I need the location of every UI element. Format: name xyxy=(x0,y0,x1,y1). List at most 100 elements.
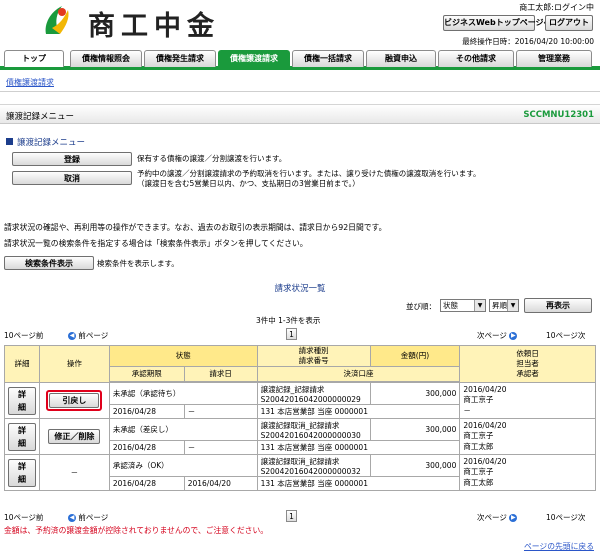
tab-credit-issue[interactable]: 債権発生請求 xyxy=(144,50,216,67)
request-type-cell: 譲渡記録取消_記録請求 S20042016042000000032 xyxy=(256,454,371,477)
prev-page-link-bottom[interactable]: ◀ 前ページ xyxy=(68,512,108,523)
operation-cell: 修正／削除 xyxy=(38,418,110,455)
tab-top[interactable]: トップ xyxy=(4,50,64,67)
tab-loan-application[interactable]: 融資申込 xyxy=(366,50,436,67)
divider xyxy=(0,91,600,92)
section-title: 譲渡記録メニュー xyxy=(6,136,85,148)
request-type-cell: 譲渡記録_記録請求 S20042016042000000029 xyxy=(256,382,371,405)
user-login-status: 商工太郎:ログイン中 xyxy=(519,3,594,12)
tab-credit-transfer[interactable]: 債権譲渡請求 xyxy=(218,50,290,68)
requester-cell: 2016/04/20 商工京子 － xyxy=(459,382,596,419)
table-row: 詳細 － 承認済み（OK） 譲渡記録取消_記録請求 S20042016042000… xyxy=(4,454,596,491)
sort-order-select[interactable]: 昇順 ▼ xyxy=(489,299,519,312)
table-row: 詳細 引戻し 未承認（承認待ち） 譲渡記録_記録請求 S2004201604200… xyxy=(4,382,596,419)
next-page-label: 次ページ xyxy=(477,513,507,522)
approver-name: 商工太郎 xyxy=(463,478,494,487)
request-number: S20042016042000000032 xyxy=(260,466,361,476)
amount-warning-note: 金額は、予約済の譲渡金額が控除されておりませんので、ご注意ください。 xyxy=(4,526,269,535)
section-title-text: 譲渡記録メニュー xyxy=(17,138,86,148)
search-conditions-button[interactable]: 検索条件表示 xyxy=(4,256,94,270)
main-tab-bar: トップ 債権情報照会 債権発生請求 債権譲渡請求 債権一括請求 融資申込 その他… xyxy=(0,46,600,70)
register-description: 保有する債権の譲渡／分割譲渡を行います。 xyxy=(137,154,287,163)
next-page-label: 次ページ xyxy=(477,331,507,340)
approver-name: － xyxy=(463,406,471,415)
staff-name: 商工京子 xyxy=(463,467,494,476)
screen-title: 譲渡記録メニュー xyxy=(6,112,75,122)
requester-cell: 2016/04/20 商工京子商工太郎 xyxy=(459,454,596,491)
prev-page-link[interactable]: ◀ 前ページ xyxy=(68,330,108,341)
detail-button[interactable]: 詳細 xyxy=(8,422,36,451)
arrow-right-icon: ▶ xyxy=(509,514,518,522)
header-settlement-account: 決済口座 xyxy=(256,366,461,382)
header-requester-line1: 依頼日 xyxy=(516,349,539,358)
cancel-button[interactable]: 取消 xyxy=(12,171,132,185)
chevron-down-icon: ▼ xyxy=(507,300,518,311)
back-to-top-link[interactable]: ページの先頭に戻る xyxy=(524,541,594,552)
approver-name: 商工太郎 xyxy=(463,442,494,451)
account-cell: 131 本店営業部 当座 0000001 xyxy=(256,404,461,419)
sort-field-select[interactable]: 状態 ▼ xyxy=(440,299,486,312)
amount-cell: 300,000 xyxy=(369,382,461,405)
staff-name: 商工京子 xyxy=(463,395,494,404)
withdraw-button[interactable]: 引戻し xyxy=(49,393,100,408)
redisplay-button[interactable]: 再表示 xyxy=(524,298,592,313)
prev-10-pages-link-bottom[interactable]: 10ページ前 xyxy=(4,512,43,523)
business-web-top-button[interactable]: ビジネスWebトップページへ xyxy=(443,15,552,31)
amount-cell: 300,000 xyxy=(369,454,461,477)
register-button[interactable]: 登録 xyxy=(12,152,132,166)
next-page-link-bottom[interactable]: 次ページ ▶ xyxy=(477,512,518,523)
header-detail: 詳細 xyxy=(4,345,40,383)
header-request-type: 請求種別 請求番号 xyxy=(256,345,371,367)
shokochukin-logo-icon xyxy=(45,6,69,34)
arrow-left-icon: ◀ xyxy=(68,332,76,340)
sort-label: 並び順： xyxy=(406,302,436,311)
tab-bulk-request[interactable]: 債権一括請求 xyxy=(292,50,364,67)
logout-button[interactable]: ログアウト xyxy=(545,15,593,31)
amount-cell: 300,000 xyxy=(369,418,461,441)
request-date-value: 2016/04/20 xyxy=(463,457,507,466)
screen-code: SCCMNU12301 xyxy=(523,110,594,120)
detail-button[interactable]: 詳細 xyxy=(8,458,36,487)
request-number: S20042016042000000029 xyxy=(260,394,361,404)
edit-delete-button[interactable]: 修正／削除 xyxy=(48,429,101,444)
table-row: 詳細 修正／削除 未承認（差戻し） 譲渡記録取消_記録請求 S2004201604… xyxy=(4,418,596,455)
next-page-link[interactable]: 次ページ ▶ xyxy=(477,330,518,341)
tab-other-requests[interactable]: その他請求 xyxy=(438,50,514,67)
tab-admin[interactable]: 管理業務 xyxy=(516,50,592,67)
status-cell: 未承認（承認待ち） xyxy=(108,382,258,405)
prev-10-pages-link[interactable]: 10ページ前 xyxy=(4,330,43,341)
staff-name: 商工京子 xyxy=(463,431,494,440)
operation-cell: － xyxy=(38,454,110,491)
header-requester-line2: 担当者 xyxy=(516,359,539,368)
page-number-bottom[interactable]: 1 xyxy=(286,510,297,522)
info-text-2: 請求状況一覧の検索条件を指定する場合は「検索条件表示」ボタンを押してください。 xyxy=(4,239,308,248)
sort-field-value: 状態 xyxy=(443,301,458,310)
tab-credit-inquiry[interactable]: 債権情報照会 xyxy=(70,50,142,67)
page-number[interactable]: 1 xyxy=(286,328,297,340)
cancel-description-2: （譲渡日を含む5営業日以内、かつ、支払期日の3営業日前まで。） xyxy=(137,179,360,188)
request-type: 譲渡記録取消_記録請求 xyxy=(260,420,340,430)
account-cell: 131 本店営業部 当座 0000001 xyxy=(256,476,461,491)
arrow-left-icon: ◀ xyxy=(68,514,76,522)
breadcrumb-link[interactable]: 債権譲渡請求 xyxy=(6,77,54,88)
header-amount: 金額(円) xyxy=(369,345,461,367)
header-operation: 操作 xyxy=(38,345,110,383)
header-request-type-line1: 請求種別 xyxy=(298,346,329,355)
next-10-pages-link-bottom[interactable]: 10ページ次 xyxy=(546,512,585,523)
info-text-1: 請求状況の確認や、再利用等の操作ができます。なお、過去のお取引の表示期間は、請求… xyxy=(4,223,387,232)
screen-title-bar: 譲渡記録メニュー SCCMNU12301 xyxy=(0,104,600,124)
detail-cell: 詳細 xyxy=(4,418,40,455)
account-cell: 131 本店営業部 当座 0000001 xyxy=(256,440,461,455)
request-number: S20042016042000000030 xyxy=(260,430,361,440)
request-type: 譲渡記録_記録請求 xyxy=(260,384,325,394)
header-requester: 依頼日 担当者 承認者 xyxy=(459,345,596,383)
detail-button[interactable]: 詳細 xyxy=(8,386,36,415)
operation-cell: 引戻し xyxy=(38,382,110,419)
cancel-description-1: 予約中の譲渡／分割譲渡請求の予約取消を行います。または、譲り受けた債権の譲渡取消… xyxy=(137,169,481,178)
logo-text: 商工中金 xyxy=(88,11,220,42)
deadline-cell: 2016/04/28 xyxy=(108,404,185,419)
requester-cell: 2016/04/20 商工京子 商工太郎 xyxy=(459,418,596,455)
next-10-pages-link[interactable]: 10ページ次 xyxy=(546,330,585,341)
request-status-table: 詳細 操作 状態 請求種別 請求番号 金額(円) 依頼日 担当者 承認者 承認期限 請… xyxy=(4,345,596,491)
prev-page-label: 前ページ xyxy=(78,331,109,340)
